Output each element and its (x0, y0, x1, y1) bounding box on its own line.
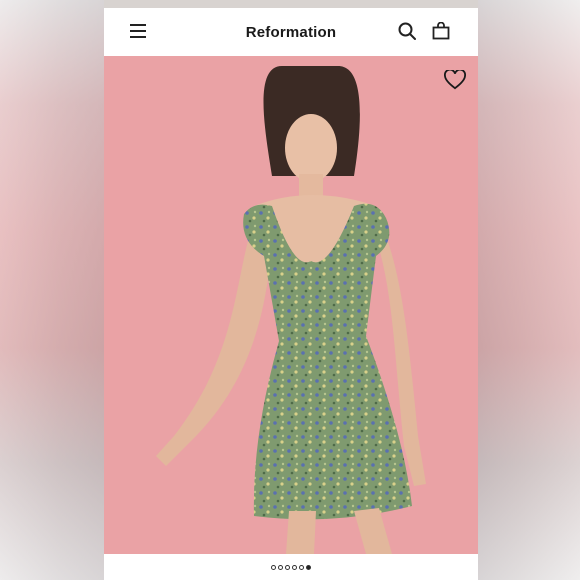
right-backdrop-blur (478, 0, 580, 580)
search-icon[interactable] (398, 22, 416, 40)
mobile-page: Reformation (104, 0, 478, 580)
carousel-dot[interactable] (285, 564, 290, 570)
carousel-pagination (104, 554, 478, 580)
site-header: Reformation (104, 8, 478, 56)
brand-logo[interactable]: Reformation (246, 24, 337, 41)
product-image[interactable] (104, 56, 478, 554)
left-backdrop-blur (0, 0, 104, 580)
model-figure (156, 66, 426, 554)
carousel-dot[interactable] (278, 564, 283, 570)
carousel-dot[interactable] (292, 564, 297, 570)
menu-icon[interactable] (130, 24, 146, 38)
carousel-dot[interactable] (299, 564, 304, 570)
status-strip (104, 0, 478, 8)
carousel-dot[interactable] (271, 564, 276, 570)
heart-icon[interactable] (444, 70, 466, 90)
carousel-dot-active[interactable] (306, 564, 311, 570)
shopping-bag-icon[interactable] (432, 22, 450, 40)
